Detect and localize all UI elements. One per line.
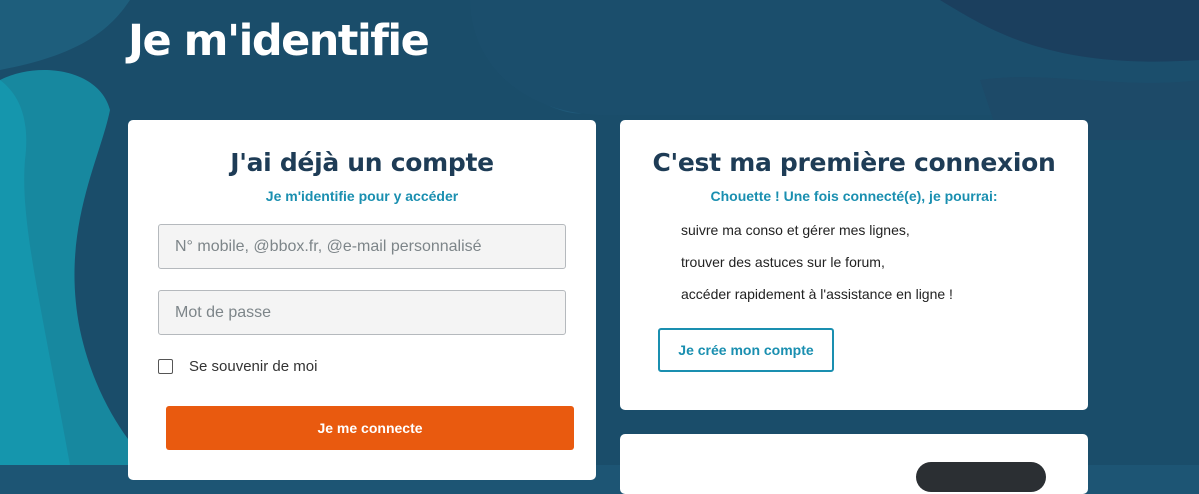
remember-me-label: Se souvenir de moi	[189, 358, 318, 375]
remember-me-checkbox[interactable]	[158, 359, 173, 374]
login-card-subtitle: Je m'identifie pour y accéder	[265, 188, 459, 204]
first-connection-title: C'est ma première connexion	[652, 148, 1056, 177]
dark-pill-button[interactable]	[916, 462, 1046, 492]
create-account-button[interactable]: Je crée mon compte	[658, 328, 834, 372]
login-card-title: J'ai déjà un compte	[230, 148, 494, 177]
benefit-item: trouver des astuces sur le forum,	[681, 254, 885, 270]
password-input[interactable]	[158, 290, 566, 335]
benefit-item: accéder rapidement à l'assistance en lig…	[681, 286, 953, 302]
third-card	[620, 434, 1088, 494]
benefit-item: suivre ma conso et gérer mes lignes,	[681, 222, 910, 238]
login-identifier-input[interactable]	[158, 224, 566, 269]
first-connection-card: C'est ma première connexion Chouette ! U…	[620, 120, 1088, 410]
login-card: J'ai déjà un compte Je m'identifie pour …	[128, 120, 596, 480]
benefits-list: suivre ma conso et gérer mes lignes, tro…	[681, 220, 953, 316]
page-title: Je m'identifie	[128, 16, 430, 66]
remember-me[interactable]: Se souvenir de moi	[158, 358, 317, 375]
login-submit-button[interactable]: Je me connecte	[166, 406, 574, 450]
first-connection-subtitle: Chouette ! Une fois connecté(e), je pour…	[710, 188, 998, 204]
